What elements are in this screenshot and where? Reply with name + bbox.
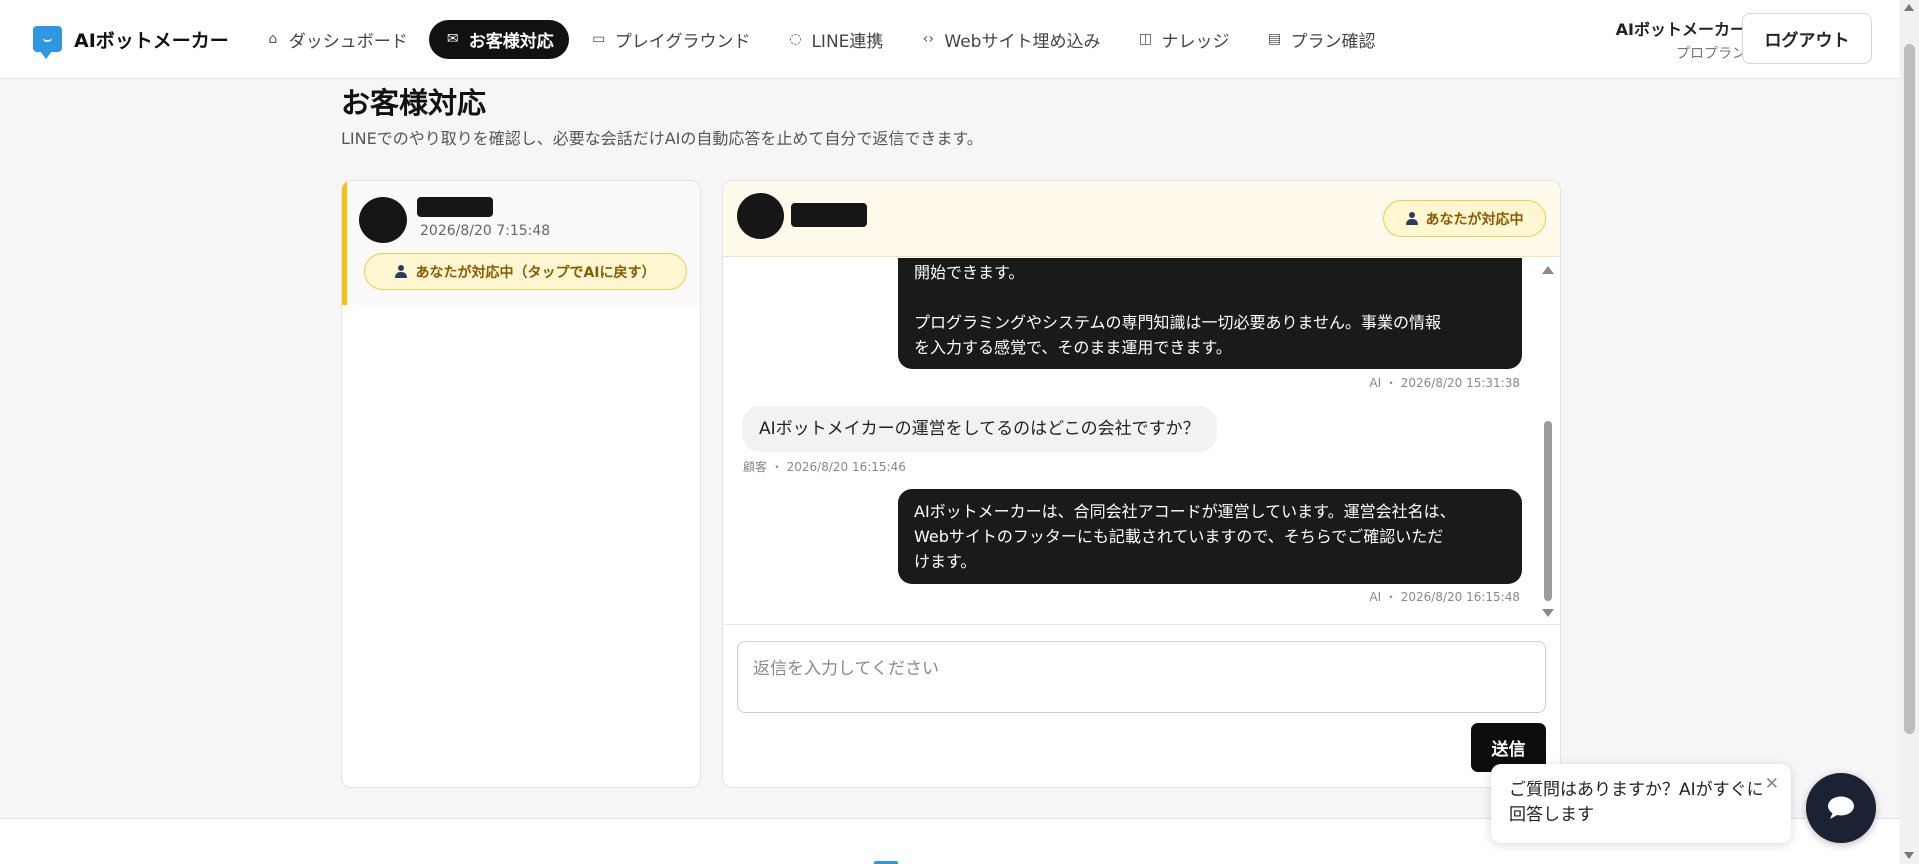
scroll-up-icon[interactable] xyxy=(1542,266,1554,274)
message-line: AIボットメーカーは、合同会社アコードが運営しています。運営会社名は、 xyxy=(914,502,1456,521)
chat-header: あなたが対応中 xyxy=(723,181,1560,257)
chat-status-badge: あなたが対応中 xyxy=(1383,200,1546,237)
logout-button[interactable]: ログアウト xyxy=(1742,13,1872,64)
handover-toggle-label: あなたが対応中（タップでAIに戻す） xyxy=(415,264,656,281)
chat-widget-button[interactable] xyxy=(1806,773,1876,843)
card-icon: ▤ xyxy=(1267,31,1282,47)
brand-logo-icon xyxy=(33,26,62,59)
message-meta: 顧客 ・ 2026/8/20 16:15:46 xyxy=(743,460,906,474)
scroll-down-icon[interactable] xyxy=(1542,609,1554,617)
nav-playground[interactable]: ▭ プレイグラウンド xyxy=(575,20,766,59)
nav-customer-support[interactable]: ✉ お客様対応 xyxy=(428,19,569,59)
main-nav: ⌂ ダッシュボード ✉ お客様対応 ▭ プレイグラウンド ◌ LINE連携 ‹›… xyxy=(249,19,1397,59)
nav-line-label: LINE連携 xyxy=(811,31,884,52)
chat-status-label: あなたが対応中 xyxy=(1425,211,1524,228)
message-line: プログラミングやシステムの専門知識は一切必要ありません。事業の情報 xyxy=(914,313,1442,332)
message-line: 開始できます。 xyxy=(914,263,1025,282)
home-icon: ⌂ xyxy=(268,31,278,47)
nav-dashboard-label: ダッシュボード xyxy=(288,31,408,52)
scroll-up-icon[interactable] xyxy=(1904,4,1914,11)
line-icon: ◌ xyxy=(789,31,802,47)
brand-name: AIボットメーカー xyxy=(74,29,229,52)
nav-plan[interactable]: ▤ プラン確認 xyxy=(1250,20,1390,59)
book-icon: ◫ xyxy=(1138,31,1153,47)
handover-toggle-badge[interactable]: あなたが対応中（タップでAIに戻す） xyxy=(364,253,687,290)
customer-avatar xyxy=(359,197,407,243)
nav-customer-support-label: お客様対応 xyxy=(468,31,554,52)
brand[interactable]: AIボットメーカー xyxy=(33,26,229,59)
nav-knowledge[interactable]: ◫ ナレッジ xyxy=(1121,20,1244,59)
close-icon[interactable]: ✕ xyxy=(1765,772,1779,797)
nav-web-embed-label: Webサイト埋め込み xyxy=(944,31,1101,52)
message-meta: AI ・ 2026/8/20 16:15:48 xyxy=(1369,590,1520,604)
chat-icon: ▭ xyxy=(592,31,606,47)
account-name: AIボットメーカー xyxy=(1615,20,1746,39)
message-meta: AI ・ 2026/8/20 15:31:38 xyxy=(1369,376,1520,390)
page-title: お客様対応 xyxy=(341,86,487,120)
inbox-icon: ✉ xyxy=(446,31,459,47)
conversation-time: 2026/8/20 7:15:48 xyxy=(420,223,551,239)
customer-message: AIボットメイカーの運営をしてるのはどこの会社ですか？ xyxy=(742,406,1217,452)
conversation-list: 2026/8/20 7:15:48 あなたが対応中（タップでAIに戻す） xyxy=(341,180,701,788)
nav-dashboard[interactable]: ⌂ ダッシュボード xyxy=(249,20,423,59)
message-scrollbar[interactable] xyxy=(1542,258,1554,625)
chat-customer-avatar xyxy=(737,193,784,239)
nav-web-embed[interactable]: ‹› Webサイト埋め込み xyxy=(904,20,1115,59)
code-icon: ‹› xyxy=(922,31,934,47)
person-icon xyxy=(395,265,408,278)
top-header: AIボットメーカー ⌂ ダッシュボード ✉ お客様対応 ▭ プレイグラウンド ◌… xyxy=(0,0,1900,79)
page-scrollbar[interactable] xyxy=(1900,0,1919,864)
chat-bubble-icon xyxy=(1828,796,1854,819)
page-scrollbar-thumb[interactable] xyxy=(1904,44,1915,734)
chat-widget-tooltip-text: ご質問はありますか？AIがすぐに回答します xyxy=(1509,780,1764,825)
message-scrollbar-thumb[interactable] xyxy=(1544,421,1552,601)
message-line: を入力する感覚で、そのまま運用できます。 xyxy=(914,338,1232,357)
nav-line[interactable]: ◌ LINE連携 xyxy=(771,20,898,59)
conversation-item[interactable]: 2026/8/20 7:15:48 あなたが対応中（タップでAIに戻す） xyxy=(342,181,700,305)
ai-message: AIボットメーカーは、合同会社アコードが運営しています。運営会社名は、 Webサ… xyxy=(898,489,1522,584)
chat-panel: あなたが対応中 開始できます。 プログラミングやシステムの専門知識は一切必要あり… xyxy=(722,180,1561,788)
reply-input[interactable] xyxy=(737,641,1546,713)
nav-playground-label: プレイグラウンド xyxy=(614,31,751,52)
scroll-down-icon[interactable] xyxy=(1904,852,1914,859)
chat-widget-tooltip[interactable]: ご質問はありますか？AIがすぐに回答します ✕ xyxy=(1491,764,1791,843)
message-line: けます。 xyxy=(914,552,977,571)
chat-customer-name-redacted xyxy=(791,203,867,227)
nav-plan-label: プラン確認 xyxy=(1290,31,1376,52)
account-info: AIボットメーカー プロプラン xyxy=(1616,16,1746,63)
message-list[interactable]: 開始できます。 プログラミングやシステムの専門知識は一切必要ありません。事業の情… xyxy=(723,258,1560,625)
nav-knowledge-label: ナレッジ xyxy=(1161,31,1230,52)
ai-message: 開始できます。 プログラミングやシステムの専門知識は一切必要ありません。事業の情… xyxy=(898,258,1522,369)
message-line xyxy=(914,285,1506,310)
message-line: Webサイトのフッターにも記載されていますので、そちらでご確認いただ xyxy=(914,527,1444,546)
account-plan: プロプラン xyxy=(1676,46,1746,62)
page-subtitle: LINEでのやり取りを確認し、必要な会話だけAIの自動応答を止めて自分で返信でき… xyxy=(341,129,983,148)
person-icon xyxy=(1405,212,1418,225)
customer-name-redacted xyxy=(417,197,493,217)
